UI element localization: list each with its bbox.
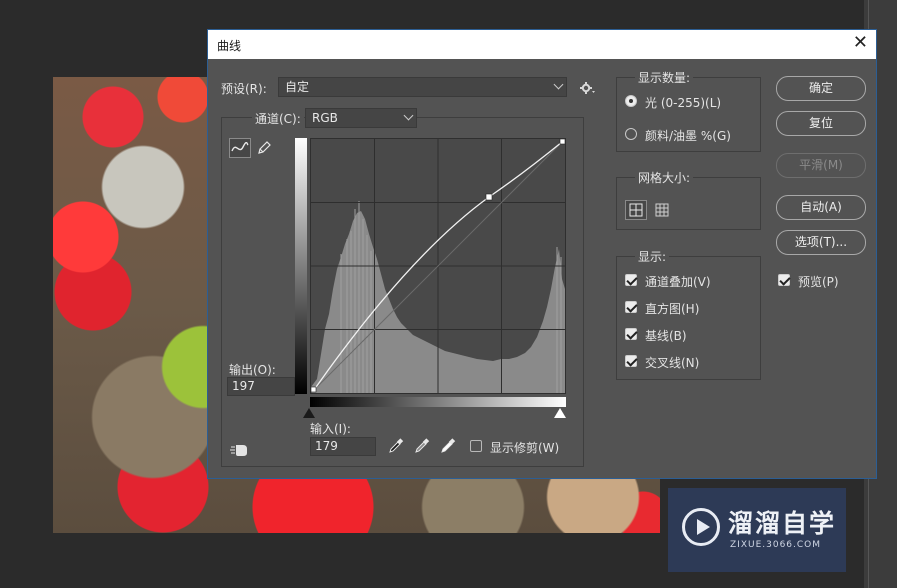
channel-overlay-checkbox[interactable] [625,274,637,286]
preview-label: 预览(P) [798,275,839,289]
input-gradient-bar [310,397,566,407]
intersection-line-checkbox[interactable] [625,355,637,367]
channel-select[interactable]: RGB [305,108,417,128]
preset-select[interactable]: 自定 [278,77,567,97]
input-label: 输入(I): [310,422,351,436]
radio-light-label: 光 (0-255)(L) [645,96,722,110]
histogram-label: 直方图(H) [645,302,700,316]
output-gradient-bar [295,138,307,394]
channel-value: RGB [312,111,338,125]
pencil-icon [258,141,271,154]
channel-overlay-label: 通道叠加(V) [645,275,711,289]
curve-graph[interactable] [310,138,566,394]
watermark-title: 溜溜自学 [728,509,837,538]
gear-icon[interactable] [579,80,595,96]
curve-point-white[interactable] [559,138,566,145]
input-field[interactable]: 179 [310,437,376,456]
show-clipping-label: 显示修剪(W) [490,441,560,455]
curve-point-mid[interactable] [485,193,493,201]
black-eyedropper-icon[interactable] [388,438,404,454]
close-icon[interactable]: ✕ [853,33,868,53]
grid-coarse-icon [629,203,643,217]
show-clipping-checkbox[interactable] [470,440,482,452]
grid-fine-button[interactable] [651,200,673,220]
chevron-down-icon [403,110,414,121]
output-field[interactable]: 197 [227,377,295,396]
curve-tool-icon [231,142,249,152]
black-point-slider[interactable] [303,408,315,418]
curve-point-black[interactable] [310,386,317,393]
grid-size-title: 网格大小: [635,169,694,186]
white-point-slider[interactable] [554,408,566,418]
dialog-title: 曲线 [217,39,242,53]
curve-graph-svg[interactable] [310,138,566,394]
white-eyedropper-icon[interactable] [440,438,456,454]
histogram-checkbox[interactable] [625,301,637,313]
output-label: 输出(O): [229,363,276,377]
grid-fine-icon [655,203,669,217]
grid-coarse-button[interactable] [625,200,647,220]
dialog-titlebar[interactable]: 曲线 ✕ [208,30,876,59]
options-button[interactable]: 选项(T)... [776,230,866,255]
channel-label: 通道(C): [252,110,304,127]
radio-light[interactable] [625,95,637,107]
watermark-subtitle: ZIXUE.3066.COM [730,540,822,550]
target-adjust-icon[interactable] [230,442,250,458]
baseline-label: 基线(B) [645,329,687,343]
gray-eyedropper-icon[interactable] [414,438,430,454]
radio-pigment[interactable] [625,128,637,140]
curves-dialog: 曲线 ✕ 预设(R): 自定 通道(C): RGB 输出(O): 197 输入(… [207,29,877,479]
watermark: 溜溜自学 ZIXUE.3066.COM [668,488,846,572]
watermark-logo-icon [682,508,720,546]
reset-button[interactable]: 复位 [776,111,866,136]
intersection-line-label: 交叉线(N) [645,356,700,370]
preset-value: 自定 [285,80,310,94]
curve-tool-button[interactable] [229,138,251,158]
preview-checkbox[interactable] [778,274,790,286]
pencil-tool-button[interactable] [253,138,275,158]
chevron-down-icon [553,79,564,90]
display-amount-title: 显示数量: [635,69,694,86]
preset-label: 预设(R): [221,82,267,96]
radio-pigment-label: 颜料/油墨 %(G) [645,129,731,143]
smooth-button[interactable]: 平滑(M) [776,153,866,178]
ok-button[interactable]: 确定 [776,76,866,101]
auto-button[interactable]: 自动(A) [776,195,866,220]
display-title: 显示: [635,248,670,265]
baseline-checkbox[interactable] [625,328,637,340]
